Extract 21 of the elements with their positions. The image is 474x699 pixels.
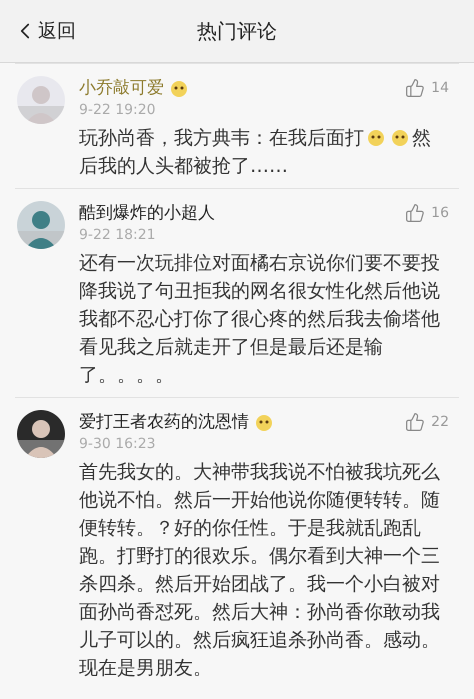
comment-text: 首先我女的。大神带我我说不怕被我坑死么他说不怕。然后一开始他说你随便转转。随便转转。？好的你任性。于是我就乱跑乱跑。打野打的很欢乐。偶尔看到大神一个三杀四杀。然后开始团战了。我一个小白被对面孙尚香怼死。然后大神：孙尚香你敢动我儿子可以的。然后疯狂追杀孙尚香。感动。现在是男朋友。	[79, 461, 440, 679]
comment-text: 后我的人头都被抢了……	[79, 155, 288, 177]
like-count: 14	[431, 80, 449, 96]
comment-text: 还有一次玩排位对面橘右京说你们要不要投降我说了句丑拒我的网名很女性化然后他说我都不忍心打你了很心疼的然后我去偷塔他看见我之后就走开了但是最后还是输了。。。。	[79, 252, 440, 386]
username[interactable]: 小乔敲可爱	[79, 76, 164, 99]
timestamp: 9-22 18:21	[79, 227, 157, 243]
comment-text: 然	[412, 127, 431, 149]
back-button[interactable]: 返回	[12, 18, 76, 44]
username[interactable]: 酷到爆炸的小超人	[79, 201, 215, 224]
like-icon[interactable]	[405, 78, 426, 98]
like-count: 16	[431, 204, 449, 220]
emoji-icon	[366, 127, 386, 147]
like-count: 22	[431, 414, 449, 430]
like-icon[interactable]	[405, 412, 426, 432]
emoji-icon	[390, 127, 410, 147]
username[interactable]: 爱打王者农药的沈恩情	[79, 410, 249, 433]
page-title: 热门评论	[197, 18, 277, 44]
timestamp: 9-22 19:20	[79, 102, 157, 118]
comment-text: 玩孙尚香，我方典韦：在我后面打	[79, 127, 364, 149]
timestamp: 9-30 16:23	[79, 436, 157, 452]
like-icon[interactable]	[405, 202, 426, 222]
